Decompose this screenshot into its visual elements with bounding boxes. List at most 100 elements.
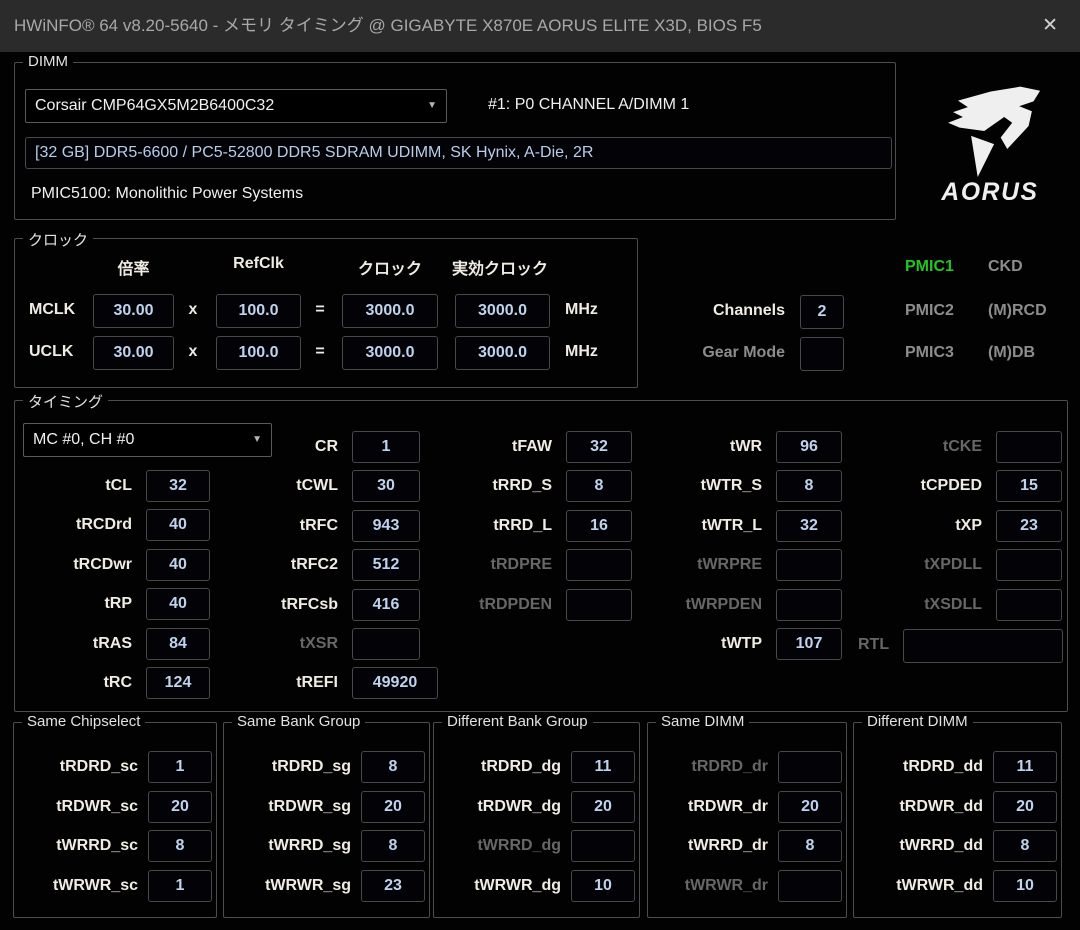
ckd-status: CKD [988, 254, 1023, 280]
channels-label: Channels [655, 295, 785, 327]
field-label: tWRRD_dr [654, 837, 768, 855]
field-tfaw: tFAW 32 [434, 431, 632, 463]
clock-header-effective: 実効クロック [440, 255, 560, 279]
close-icon[interactable]: ✕ [1036, 0, 1064, 52]
mclk-effective-field: 3000.0 [455, 294, 550, 328]
group-title: Different DIMM [862, 713, 973, 730]
uclk-multiply-sign: x [178, 336, 208, 368]
field-txsr: tXSR [200, 628, 438, 660]
field-label: CR [200, 438, 338, 456]
field-trfc: tRFC 943 [200, 510, 438, 542]
field-txsdll: tXSDLL [864, 589, 1062, 621]
uclk-clock-field: 3000.0 [342, 336, 438, 370]
field-value-box: 10 [571, 870, 635, 902]
field-value-box: 943 [352, 510, 420, 542]
timing-channel-dropdown-value: MC #0, CH #0 [33, 424, 134, 456]
mclk-clock-field: 3000.0 [342, 294, 438, 328]
field-label: tREFI [200, 674, 338, 692]
dimm-group-label: DIMM [23, 53, 73, 70]
field-twr: tWR96 [644, 431, 842, 463]
field-twrrd-dd: tWRRD_dd8 [860, 830, 1057, 862]
field-tcwl: tCWL 30 [200, 470, 438, 502]
gear-mode-label: Gear Mode [655, 337, 785, 369]
field-label: tRDRD_dd [860, 758, 983, 776]
pmic3-status: PMIC3 [905, 339, 954, 367]
mclk-refclk-field: 100.0 [216, 294, 301, 328]
uclk-ratio-field: 30.00 [93, 336, 174, 370]
timing-column-5: tCKE tCPDED15 tXP23 tXPDLL tXSDLL [864, 431, 1062, 628]
dimm-module-dropdown[interactable]: Corsair CMP64GX5M2B6400C32 ▼ [25, 89, 447, 123]
field-label: tRDRD_dg [440, 758, 561, 776]
field-label: tRDRD_dr [654, 758, 768, 776]
rtl-label: RTL [858, 629, 889, 661]
field-label: tRP [14, 595, 132, 613]
field-trdpre: tRDPRE [434, 549, 632, 581]
field-trdwr-dg: tRDWR_dg20 [440, 791, 635, 823]
field-value-box: 32 [566, 431, 632, 463]
field-twtp: tWTP107 [644, 628, 842, 660]
field-twrrd-sg: tWRRD_sg 8 [230, 830, 425, 862]
field-value-box [566, 549, 632, 581]
field-trrd-s: tRRD_S8 [434, 470, 632, 502]
field-label: tFAW [434, 438, 552, 456]
field-label: tRDWR_sc [20, 798, 138, 816]
field-value-box: 15 [996, 470, 1062, 502]
field-value-box: 8 [361, 830, 425, 862]
field-tcl: tCL32 [14, 470, 210, 502]
mclk-unit-label: MHz [565, 294, 598, 326]
uclk-label: UCLK [29, 336, 73, 368]
field-trdrd-sc: tRDRD_sc1 [20, 751, 212, 783]
field-label: tWRPDEN [644, 596, 762, 614]
field-label: tWRRD_sg [230, 837, 351, 855]
field-label: tWRWR_dr [654, 877, 768, 895]
field-trdwr-sc: tRDWR_sc20 [20, 791, 212, 823]
field-trdpden: tRDPDEN [434, 589, 632, 621]
aorus-logo: AORUS [912, 64, 1068, 216]
field-trc: tRC124 [14, 667, 210, 699]
field-label: tRFC [200, 517, 338, 535]
field-value-box: 30 [352, 470, 420, 502]
field-twrrd-dg: tWRRD_dg [440, 830, 635, 862]
field-value-box: 512 [352, 549, 420, 581]
field-label: tWRWR_sg [230, 877, 351, 895]
dimm-pmic-info: PMIC5100: Monolithic Power Systems [31, 179, 303, 209]
field-twrwr-dd: tWRWR_dd10 [860, 870, 1057, 902]
field-value-box: 10 [993, 870, 1057, 902]
field-trdrd-dd: tRDRD_dd 11 [860, 751, 1057, 783]
field-value-box: 416 [352, 589, 420, 621]
field-label: tRDPDEN [434, 596, 552, 614]
clock-header-refclk: RefClk [216, 255, 301, 273]
uclk-equals-sign: = [305, 336, 335, 368]
field-value-box [776, 589, 842, 621]
field-trfcsb: tRFCsb 416 [200, 589, 438, 621]
field-label: tCPDED [864, 477, 982, 495]
field-value-box: 20 [778, 791, 842, 823]
dimm-group: DIMM Corsair CMP64GX5M2B6400C32 ▼ #1: P0… [14, 62, 896, 220]
field-value-box: 20 [993, 791, 1057, 823]
field-label: tRRD_L [434, 517, 552, 535]
group-same-bank-group: Same Bank Group tRDRD_sg8 tRDWR_sg20 tWR… [223, 722, 430, 918]
mclk-ratio-field: 30.00 [93, 294, 174, 328]
field-label: tWRWR_sc [20, 877, 138, 895]
uclk-effective-field: 3000.0 [455, 336, 550, 370]
clock-group: クロック 倍率 RefClk クロック 実効クロック MCLK 30.00 x … [14, 238, 638, 388]
field-label: tWTR_S [644, 477, 762, 495]
field-trdrd-dg: tRDRD_dg11 [440, 751, 635, 783]
field-label: tRDWR_dg [440, 798, 561, 816]
field-value-box [566, 589, 632, 621]
uclk-refclk-field: 100.0 [216, 336, 301, 370]
group-different-bank-group: Different Bank Group tRDRD_dg11 tRDWR_dg… [433, 722, 640, 918]
gear-mode-field [800, 337, 844, 371]
field-label: tRFCsb [200, 596, 338, 614]
field-cr: CR1 [200, 431, 438, 463]
field-label: tWTP [644, 635, 762, 653]
field-label: tRCDwr [14, 556, 132, 574]
field-twrpre: tWRPRE [644, 549, 842, 581]
clock-header-clock: クロック [342, 255, 438, 279]
field-trdwr-dd: tRDWR_dd20 [860, 791, 1057, 823]
field-label: tCWL [200, 477, 338, 495]
title-bar[interactable]: HWiNFO® 64 v8.20-5640 - メモリ タイミング @ GIGA… [0, 0, 1080, 52]
group-title: Same Bank Group [232, 713, 365, 730]
field-value-box: 11 [993, 751, 1057, 783]
field-value-box: 32 [776, 510, 842, 542]
